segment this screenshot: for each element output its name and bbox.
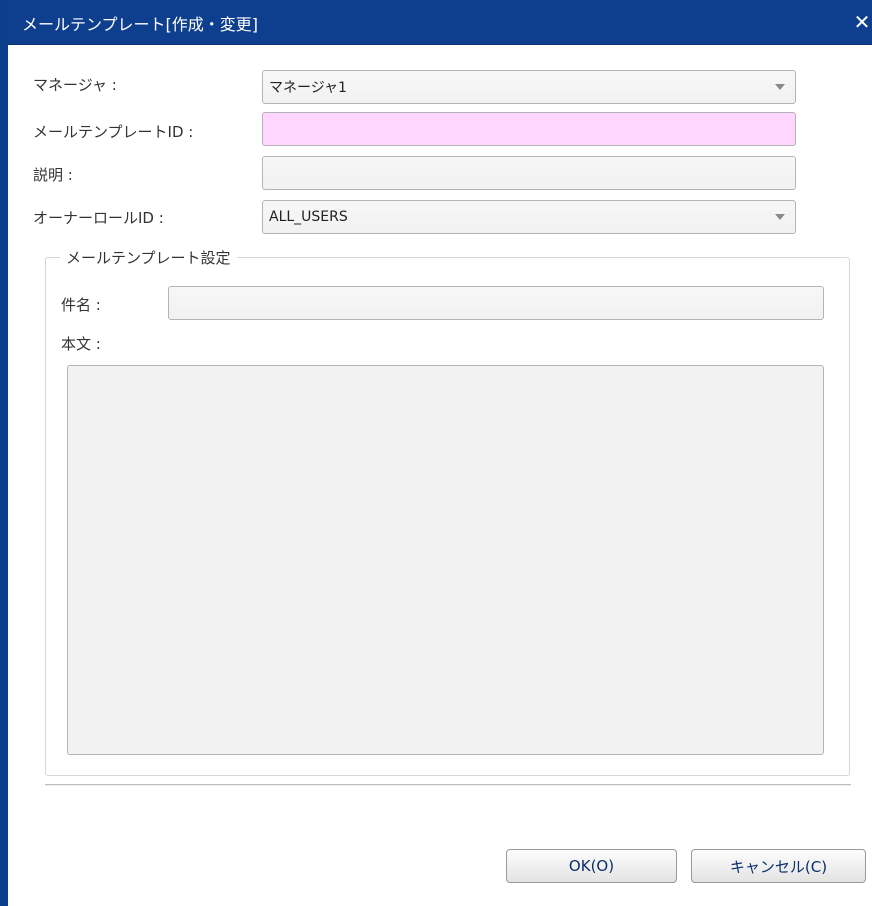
chevron-down-icon[interactable] [765,201,795,233]
chevron-down-icon[interactable] [765,71,795,103]
description-label: 説明 : [33,166,73,184]
footer-divider [45,784,851,786]
manager-select-value: マネージャ1 [269,80,347,96]
template-settings-legend: メールテンプレート設定 [66,249,231,267]
owner-role-select[interactable]: ALL_USERS [262,200,796,234]
ok-button[interactable]: OK(O) [506,849,677,883]
template-id-label: メールテンプレートID : [33,123,194,141]
dialog-title: メールテンプレート[作成・変更] [22,15,259,34]
owner-role-label: オーナーロールID : [33,209,164,227]
body-textarea[interactable] [67,365,824,755]
body-label: 本文 : [61,335,101,353]
subject-input[interactable] [168,286,824,320]
template-id-input[interactable] [262,112,796,146]
close-icon[interactable]: ✕ [852,12,872,32]
owner-role-select-value: ALL_USERS [269,209,348,225]
manager-label: マネージャ : [33,76,117,94]
dialog-window: メールテンプレート[作成・変更] ✕ マネージャ : マネージャ1 メールテンプ… [0,0,872,906]
manager-select[interactable]: マネージャ1 [262,70,796,104]
dialog-titlebar[interactable]: メールテンプレート[作成・変更] ✕ [8,0,872,45]
subject-label: 件名 : [61,296,101,314]
description-input[interactable] [262,156,796,190]
cancel-button[interactable]: キャンセル(C) [691,849,866,883]
